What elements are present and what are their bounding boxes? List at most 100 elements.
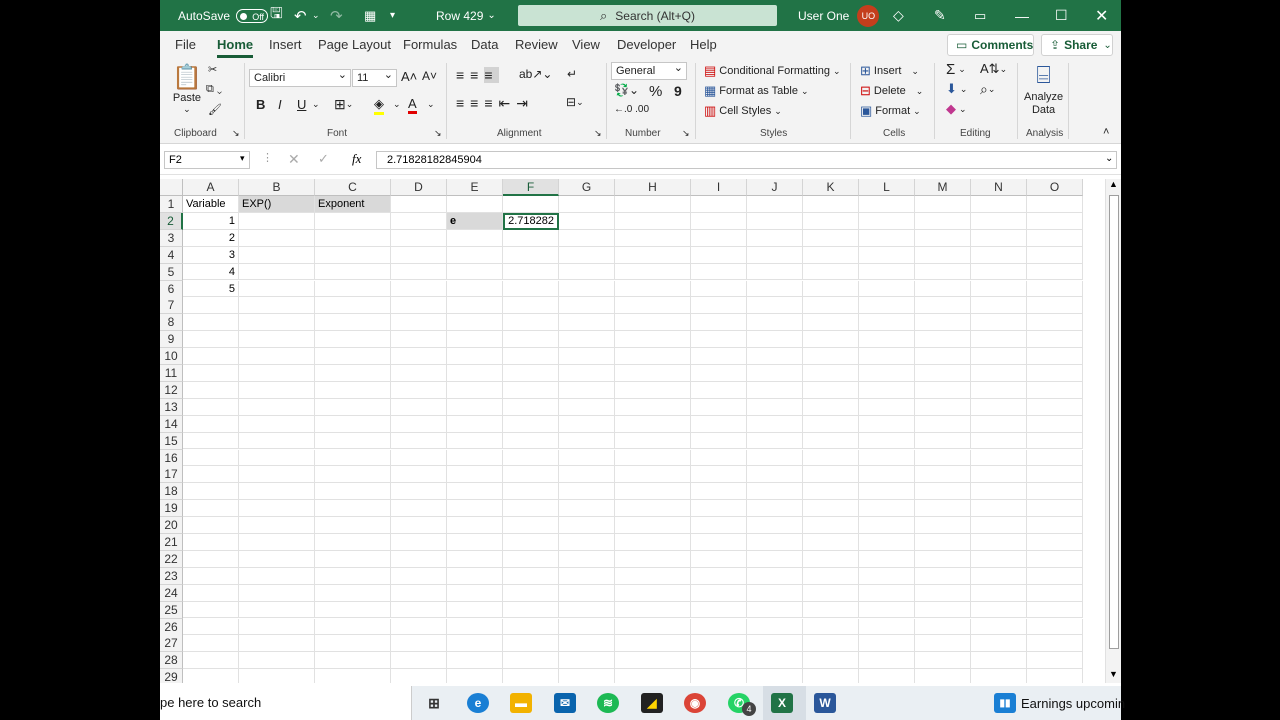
cell-b21[interactable] [239,534,315,551]
cell-k6[interactable] [803,280,859,298]
name-box[interactable]: F2 [164,151,250,169]
cell-f11[interactable] [503,365,559,382]
row-header-24[interactable]: 24 [160,584,183,602]
cell-g10[interactable] [559,348,615,365]
cell-h23[interactable] [615,567,691,585]
cell-g7[interactable] [559,297,615,315]
cell-j15[interactable] [747,432,803,450]
underline-button[interactable]: U [297,97,306,112]
cell-f13[interactable] [503,398,559,416]
cell-f25[interactable] [503,601,559,619]
format-cells-button[interactable]: ▣ Format ⌄ [860,103,921,119]
cell-o11[interactable] [1027,365,1083,382]
cell-g21[interactable] [559,534,615,551]
tab-home[interactable]: Home [217,37,254,58]
cell-i23[interactable] [691,567,747,585]
cell-n2[interactable] [971,212,1027,230]
cell-b24[interactable] [239,584,315,602]
cell-g25[interactable] [559,601,615,619]
cell-g1[interactable] [559,196,615,213]
cell-j20[interactable] [747,517,803,534]
expand-formula-icon[interactable]: ⌄ [1105,153,1113,164]
sort-filter-icon[interactable]: A⇅ ⌄ [980,61,1007,77]
cell-g28[interactable] [559,652,615,670]
cell-b13[interactable] [239,398,315,416]
cell-l26[interactable] [859,618,915,636]
tab-review[interactable]: Review [515,37,558,52]
edge-icon[interactable]: e [467,693,489,713]
cell-h16[interactable] [615,449,691,467]
cell-h10[interactable] [615,348,691,365]
cell-k12[interactable] [803,381,859,399]
cell-h21[interactable] [615,534,691,551]
cell-l9[interactable] [859,331,915,349]
cell-b17[interactable] [239,466,315,484]
minimize-icon[interactable]: — [1015,0,1029,31]
cell-n23[interactable] [971,567,1027,585]
cell-i5[interactable] [691,263,747,281]
cell-l17[interactable] [859,466,915,484]
format-painter-icon[interactable]: 🖌 [208,103,222,116]
cell-m12[interactable] [915,381,971,399]
cell-o13[interactable] [1027,398,1083,416]
cell-n26[interactable] [971,618,1027,636]
cell-e4[interactable] [447,246,503,264]
undo-icon[interactable]: ↶ [294,0,307,31]
cell-f22[interactable] [503,550,559,568]
cell-l12[interactable] [859,381,915,399]
cell-e18[interactable] [447,483,503,501]
cell-g20[interactable] [559,517,615,534]
pen-icon[interactable]: ✎ [934,0,946,31]
cell-b10[interactable] [239,348,315,365]
percent-button[interactable]: % [649,83,662,100]
cell-e12[interactable] [447,381,503,399]
cell-a20[interactable] [183,517,239,534]
cell-h14[interactable] [615,415,691,433]
cell-f3[interactable] [503,229,559,247]
cell-i17[interactable] [691,466,747,484]
cell-g14[interactable] [559,415,615,433]
worksheet-grid[interactable]: ABCDEFGHIJKLMNO 1 2 3 4 5 6 7 8 9 10 11 12 13 14 15 16 1… [160,179,1105,683]
cell-b7[interactable] [239,297,315,315]
cell-o27[interactable] [1027,635,1083,653]
cell-e27[interactable] [447,635,503,653]
cell-f15[interactable] [503,432,559,450]
cell-m27[interactable] [915,635,971,653]
row-header-26[interactable]: 26 [160,618,183,636]
cell-c13[interactable] [315,398,391,416]
cell-j5[interactable] [747,263,803,281]
cell-m26[interactable] [915,618,971,636]
cell-f5[interactable] [503,263,559,281]
cell-c24[interactable] [315,584,391,602]
wrap-text-icon[interactable]: ↵ [567,67,577,81]
cell-m4[interactable] [915,246,971,264]
cell-i16[interactable] [691,449,747,467]
cell-n25[interactable] [971,601,1027,619]
cell-o5[interactable] [1027,263,1083,281]
cell-d7[interactable] [391,297,447,315]
cell-a6[interactable]: 5 [183,280,239,298]
cell-c9[interactable] [315,331,391,349]
cell-k29[interactable] [803,669,859,683]
number-format-select[interactable]: General [611,61,687,80]
currency-icon[interactable]: 💱⌄ [614,83,639,97]
cell-b1[interactable]: EXP() [239,196,315,213]
cell-o12[interactable] [1027,381,1083,399]
cell-f16[interactable] [503,449,559,467]
cell-e2[interactable]: e [447,212,503,230]
cell-l4[interactable] [859,246,915,264]
cell-o4[interactable] [1027,246,1083,264]
scroll-thumb[interactable] [1109,195,1119,649]
cell-m19[interactable] [915,500,971,518]
cell-i22[interactable] [691,550,747,568]
autosum-icon[interactable]: Σ ⌄ [946,61,966,78]
cell-d14[interactable] [391,415,447,433]
cell-c12[interactable] [315,381,391,399]
cell-m16[interactable] [915,449,971,467]
cell-e16[interactable] [447,449,503,467]
cell-o29[interactable] [1027,669,1083,683]
cell-n8[interactable] [971,314,1027,332]
cell-a2[interactable]: 1 [183,212,239,230]
cell-i6[interactable] [691,280,747,298]
cell-b27[interactable] [239,635,315,653]
